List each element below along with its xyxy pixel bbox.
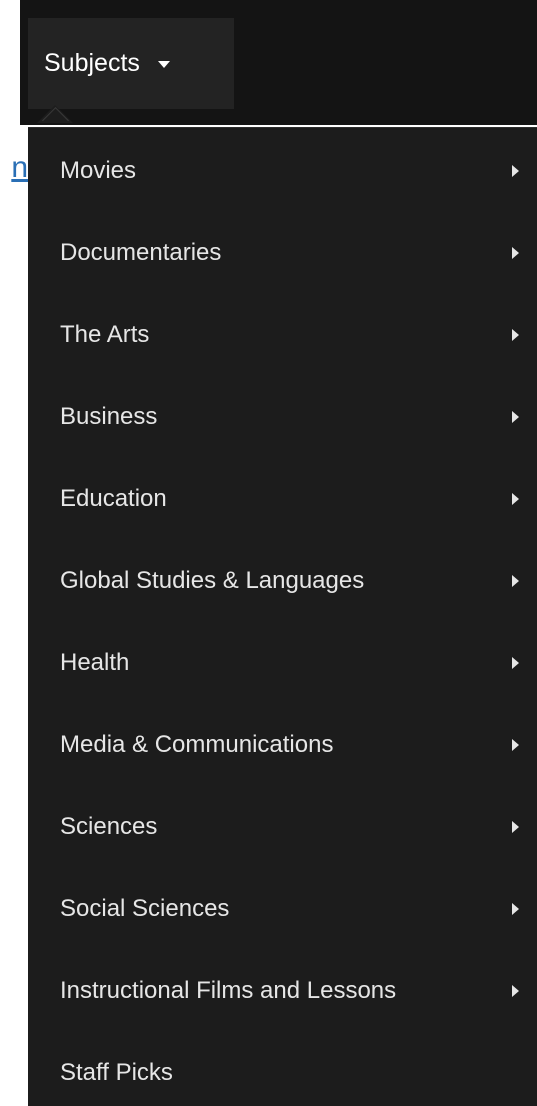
page-link-fragment[interactable]: n [0, 148, 28, 198]
menu-item-label: Media & Communications [60, 731, 334, 758]
menu-item-documentaries[interactable]: Documentaries [28, 223, 537, 283]
menu-item-media-communications[interactable]: Media & Communications [28, 715, 537, 775]
chevron-down-icon [157, 61, 170, 68]
chevron-right-icon [512, 247, 519, 259]
menu-item-label: The Arts [60, 321, 150, 348]
menu-item-label: Social Sciences [60, 895, 230, 922]
menu-item-staff-picks[interactable]: Staff Picks [28, 1043, 537, 1103]
page-link-text[interactable]: n [11, 148, 28, 188]
chevron-right-icon [512, 575, 519, 587]
chevron-right-icon [512, 411, 519, 423]
menu-item-label: Health [60, 649, 130, 676]
subjects-menu-button[interactable]: Subjects [28, 18, 234, 109]
chevron-right-icon [512, 821, 519, 833]
subjects-menu-label: Subjects [44, 49, 140, 77]
menu-item-business[interactable]: Business [28, 387, 537, 447]
menu-item-social-sciences[interactable]: Social Sciences [28, 879, 537, 939]
chevron-right-icon [512, 329, 519, 341]
menu-item-label: Business [60, 403, 158, 430]
menu-item-label: Global Studies & Languages [60, 567, 365, 594]
menu-item-label: Education [60, 485, 167, 512]
menu-item-education[interactable]: Education [28, 469, 537, 529]
menu-item-label: Instructional Films and Lessons [60, 977, 397, 1004]
chevron-right-icon [512, 903, 519, 915]
menu-item-the-arts[interactable]: The Arts [28, 305, 537, 365]
chevron-right-icon [512, 739, 519, 751]
menu-item-instructional-films-lessons[interactable]: Instructional Films and Lessons [28, 961, 537, 1021]
chevron-right-icon [512, 985, 519, 997]
subjects-dropdown-menu: Movies Documentaries The Arts Business E… [28, 127, 537, 1106]
menu-item-health[interactable]: Health [28, 633, 537, 693]
menu-item-movies[interactable]: Movies [28, 141, 537, 201]
menu-item-sciences[interactable]: Sciences [28, 797, 537, 857]
chevron-right-icon [512, 493, 519, 505]
menu-item-label: Sciences [60, 813, 158, 840]
menu-item-global-studies-languages[interactable]: Global Studies & Languages [28, 551, 537, 611]
chevron-right-icon [512, 165, 519, 177]
menu-item-label: Movies [60, 157, 137, 184]
menu-item-label: Documentaries [60, 239, 222, 266]
chevron-right-icon [512, 657, 519, 669]
menu-item-label: Staff Picks [60, 1059, 173, 1086]
